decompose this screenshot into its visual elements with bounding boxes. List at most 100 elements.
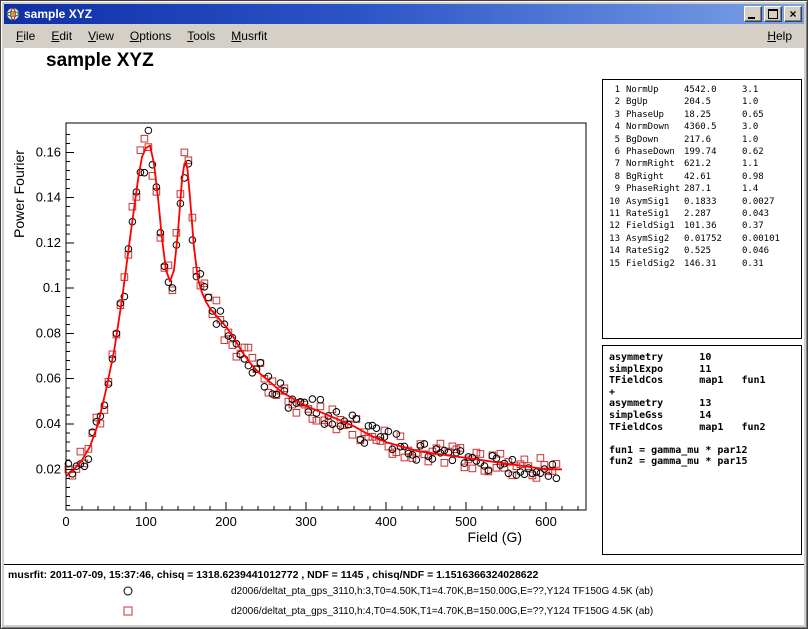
param-row-FieldSig1: 12FieldSig1101.360.37	[608, 220, 801, 232]
minimize-icon	[748, 17, 755, 19]
window-title: sample XYZ	[24, 7, 742, 21]
p-name: FieldSig2	[626, 258, 684, 270]
p-err: 0.31	[742, 258, 801, 270]
p-err: 0.00101	[742, 233, 801, 245]
p-name: AsymSig2	[626, 233, 684, 245]
p-err: 0.37	[742, 220, 801, 232]
p-name: NormRight	[626, 158, 684, 170]
p-err: 1.0	[742, 96, 801, 108]
close-button[interactable]: ×	[784, 6, 802, 22]
p-no: 5	[608, 134, 620, 146]
p-name: AsymSig1	[626, 196, 684, 208]
param-row-BgRight: 8BgRight42.610.98	[608, 171, 801, 183]
canvas-area: sample XYZ 01002003004005006000.020.040.…	[4, 48, 804, 625]
theory-line: fun1 = gamma_mu * par12	[609, 445, 801, 457]
p-val: 0.525	[684, 245, 742, 257]
param-row-RateSig2: 14RateSig20.5250.046	[608, 245, 801, 257]
pad-divider	[4, 564, 804, 565]
menu-item-file[interactable]: File	[8, 24, 43, 48]
theory-line: asymmetry 10	[609, 352, 801, 364]
p-name: FieldSig1	[626, 220, 684, 232]
p-no: 13	[608, 233, 620, 245]
p-err: 1.1	[742, 158, 801, 170]
param-row-AsymSig1: 10 AsymSig10.18330.0027	[608, 196, 801, 208]
param-row-NormUp: 1NormUp4542.03.1	[608, 84, 801, 96]
p-val: 621.2	[684, 158, 742, 170]
menu-item-view[interactable]: View	[80, 24, 122, 48]
p-err: 0.046	[742, 245, 801, 257]
p-name: NormUp	[626, 84, 684, 96]
svg-text:0.1: 0.1	[43, 280, 61, 295]
axis-tick-labels: 01002003004005006000.020.040.060.080.10.…	[36, 144, 557, 529]
theory-line: +	[609, 387, 801, 399]
fit-status-line: musrfit: 2011-07-09, 15:37:46, chisq = 1…	[8, 569, 538, 581]
param-row-BgDown: 5BgDown217.61.0	[608, 134, 801, 146]
p-name: PhaseRight	[626, 183, 684, 195]
menu-item-help[interactable]: Help	[759, 24, 800, 48]
p-val: 2.287	[684, 208, 742, 220]
fourier-plot[interactable]: 01002003004005006000.020.040.060.080.10.…	[4, 48, 604, 564]
svg-text:600: 600	[535, 514, 557, 529]
legend-circle-marker	[121, 584, 135, 598]
p-no: 1	[608, 84, 620, 96]
maximize-icon	[768, 9, 778, 19]
svg-text:0.08: 0.08	[36, 325, 61, 340]
p-name: BgUp	[626, 96, 684, 108]
param-row-NormRight: 7NormRight621.21.1	[608, 158, 801, 170]
p-no: 4	[608, 121, 620, 133]
p-val: 199.74	[684, 146, 742, 158]
param-row-PhaseRight: 9PhaseRight287.11.4	[608, 183, 801, 195]
p-val: 204.5	[684, 96, 742, 108]
p-val: 0.1833	[684, 196, 742, 208]
param-row-AsymSig2: 13 AsymSig20.017520.00101	[608, 233, 801, 245]
p-err: 0.0027	[742, 196, 801, 208]
theory-line: simpleGss 14	[609, 410, 801, 422]
p-name: PhaseDown	[626, 146, 684, 158]
p-val: 18.25	[684, 109, 742, 121]
p-name: BgDown	[626, 134, 684, 146]
svg-text:0.06: 0.06	[36, 371, 61, 386]
p-no: 10	[608, 196, 620, 208]
theory-line	[609, 433, 801, 445]
p-no: 11	[608, 208, 620, 220]
menubar-right: Help	[759, 24, 800, 48]
legend-row: d2006/deltat_pta_gps_3110,h:4,T0=4.50K,T…	[4, 601, 804, 621]
p-val: 0.01752	[684, 233, 742, 245]
menu-item-musrfit[interactable]: Musrfit	[223, 24, 275, 48]
legend-label: d2006/deltat_pta_gps_3110,h:3,T0=4.50K,T…	[231, 586, 653, 597]
parameter-stats-panel: 1NormUp4542.03.12BgUp204.51.03PhaseUp18.…	[602, 79, 802, 339]
menubar-left: FileEditViewOptionsToolsMusrfit	[8, 24, 275, 48]
svg-text:100: 100	[135, 514, 157, 529]
p-err: 0.98	[742, 171, 801, 183]
p-no: 3	[608, 109, 620, 121]
svg-text:0.16: 0.16	[36, 144, 61, 159]
theory-line: TFieldCos map1 fun1	[609, 375, 801, 387]
param-row-RateSig1: 11RateSig12.2870.043	[608, 208, 801, 220]
close-icon: ×	[789, 9, 796, 19]
minimize-button[interactable]	[744, 6, 762, 22]
menu-item-tools[interactable]: Tools	[179, 24, 223, 48]
p-no: 15	[608, 258, 620, 270]
p-name: PhaseUp	[626, 109, 684, 121]
p-val: 4542.0	[684, 84, 742, 96]
legend: d2006/deltat_pta_gps_3110,h:3,T0=4.50K,T…	[4, 581, 804, 621]
p-no: 2	[608, 96, 620, 108]
p-err: 3.0	[742, 121, 801, 133]
p-name: BgRight	[626, 171, 684, 183]
titlebar[interactable]: sample XYZ ×	[4, 4, 804, 24]
svg-text:300: 300	[295, 514, 317, 529]
p-err: 1.4	[742, 183, 801, 195]
menu-item-edit[interactable]: Edit	[43, 24, 80, 48]
app-window: sample XYZ × FileEditViewOptionsToolsMus…	[0, 0, 808, 629]
legend-row: d2006/deltat_pta_gps_3110,h:3,T0=4.50K,T…	[4, 581, 804, 601]
svg-text:200: 200	[215, 514, 237, 529]
menu-item-options[interactable]: Options	[122, 24, 179, 48]
svg-text:0.12: 0.12	[36, 235, 61, 250]
p-val: 146.31	[684, 258, 742, 270]
maximize-button[interactable]	[764, 6, 782, 22]
svg-text:0: 0	[62, 514, 69, 529]
param-row-NormDown: 4NormDown4360.53.0	[608, 121, 801, 133]
param-row-PhaseDown: 6PhaseDown199.740.62	[608, 146, 801, 158]
axis-ticks	[66, 134, 578, 510]
svg-text:0.14: 0.14	[36, 190, 61, 205]
